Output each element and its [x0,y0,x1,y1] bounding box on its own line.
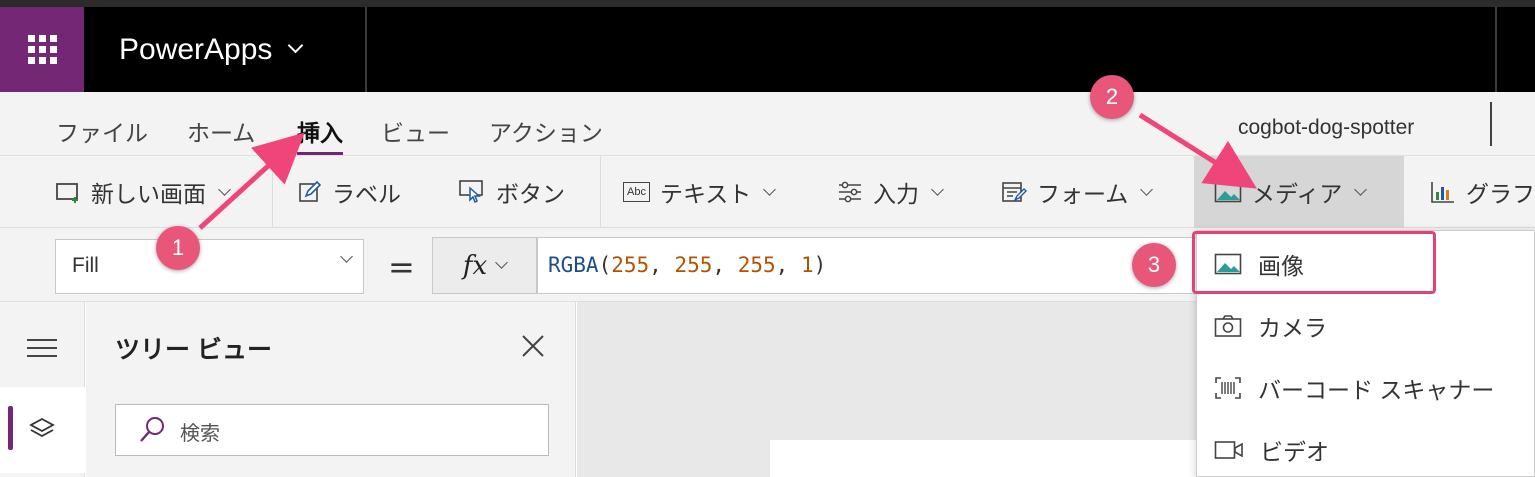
annotation-arrow [198,132,305,230]
powerapps-studio: PowerApps ファイル ホーム 挿入 ビュー アクション cogbot-d… [0,0,1535,477]
annotation-arrow [1138,112,1257,189]
step-badge-3: 3 [1132,243,1176,287]
step-badge-1: 1 [156,226,200,270]
annotation-arrows [198,112,1257,230]
step-badge-2: 2 [1090,75,1134,119]
